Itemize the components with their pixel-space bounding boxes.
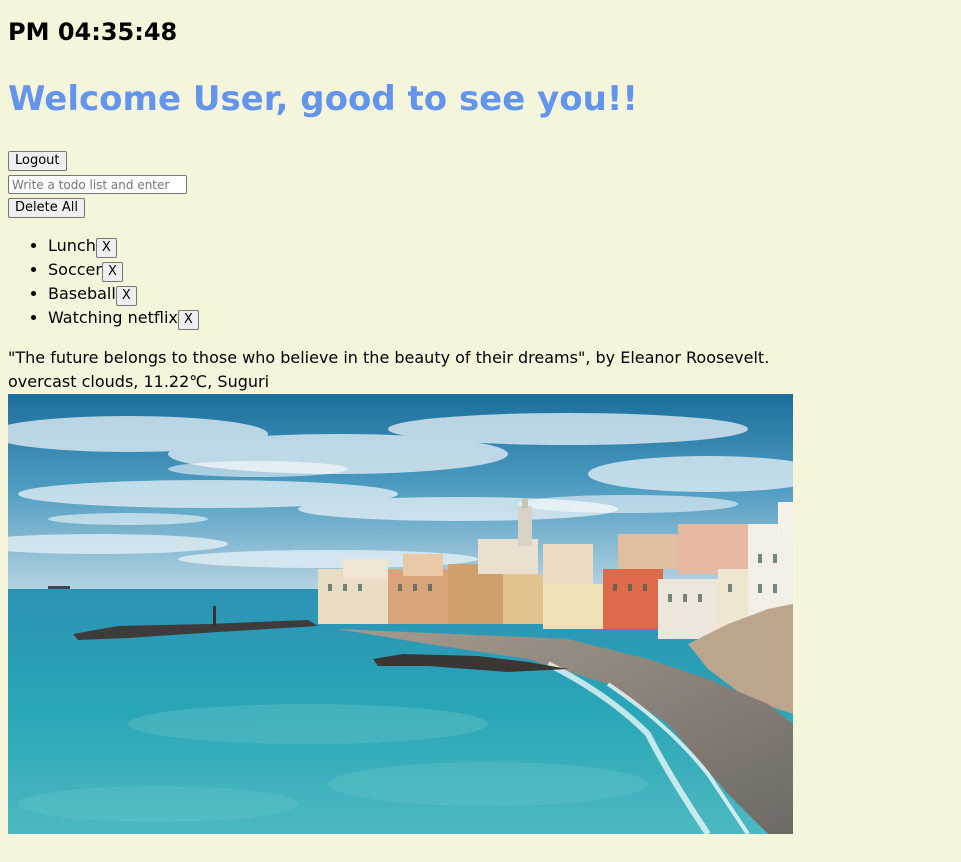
todo-text: Lunch [48, 236, 96, 255]
todo-text: Watching netflix [48, 308, 178, 327]
todo-text: Baseball [48, 284, 116, 303]
todo-item: LunchX [48, 234, 953, 258]
logout-button[interactable]: Logout [8, 151, 67, 171]
remove-todo-button[interactable]: X [177, 310, 199, 330]
remove-todo-button[interactable]: X [95, 238, 117, 258]
delete-all-button[interactable]: Delete All [8, 198, 85, 218]
todo-input[interactable] [8, 175, 187, 194]
todo-item: Watching netflixX [48, 306, 953, 330]
controls: Logout Delete All [8, 151, 953, 218]
todo-item: BaseballX [48, 282, 953, 306]
todo-text: Soccer [48, 260, 102, 279]
quote-text: "The future belongs to those who believe… [8, 348, 770, 367]
background-photo [8, 394, 793, 834]
todo-item: SoccerX [48, 258, 953, 282]
todo-list: LunchX SoccerX BaseballX Watching netfli… [8, 234, 953, 330]
remove-todo-button[interactable]: X [115, 286, 137, 306]
clock: PM 04:35:48 [8, 18, 178, 46]
weather-text: overcast clouds, 11.22℃, Suguri [8, 372, 270, 391]
remove-todo-button[interactable]: X [101, 262, 123, 282]
page: PM 04:35:48 Welcome User, good to see yo… [0, 0, 961, 834]
greeting-heading: Welcome User, good to see you!! [8, 79, 638, 119]
